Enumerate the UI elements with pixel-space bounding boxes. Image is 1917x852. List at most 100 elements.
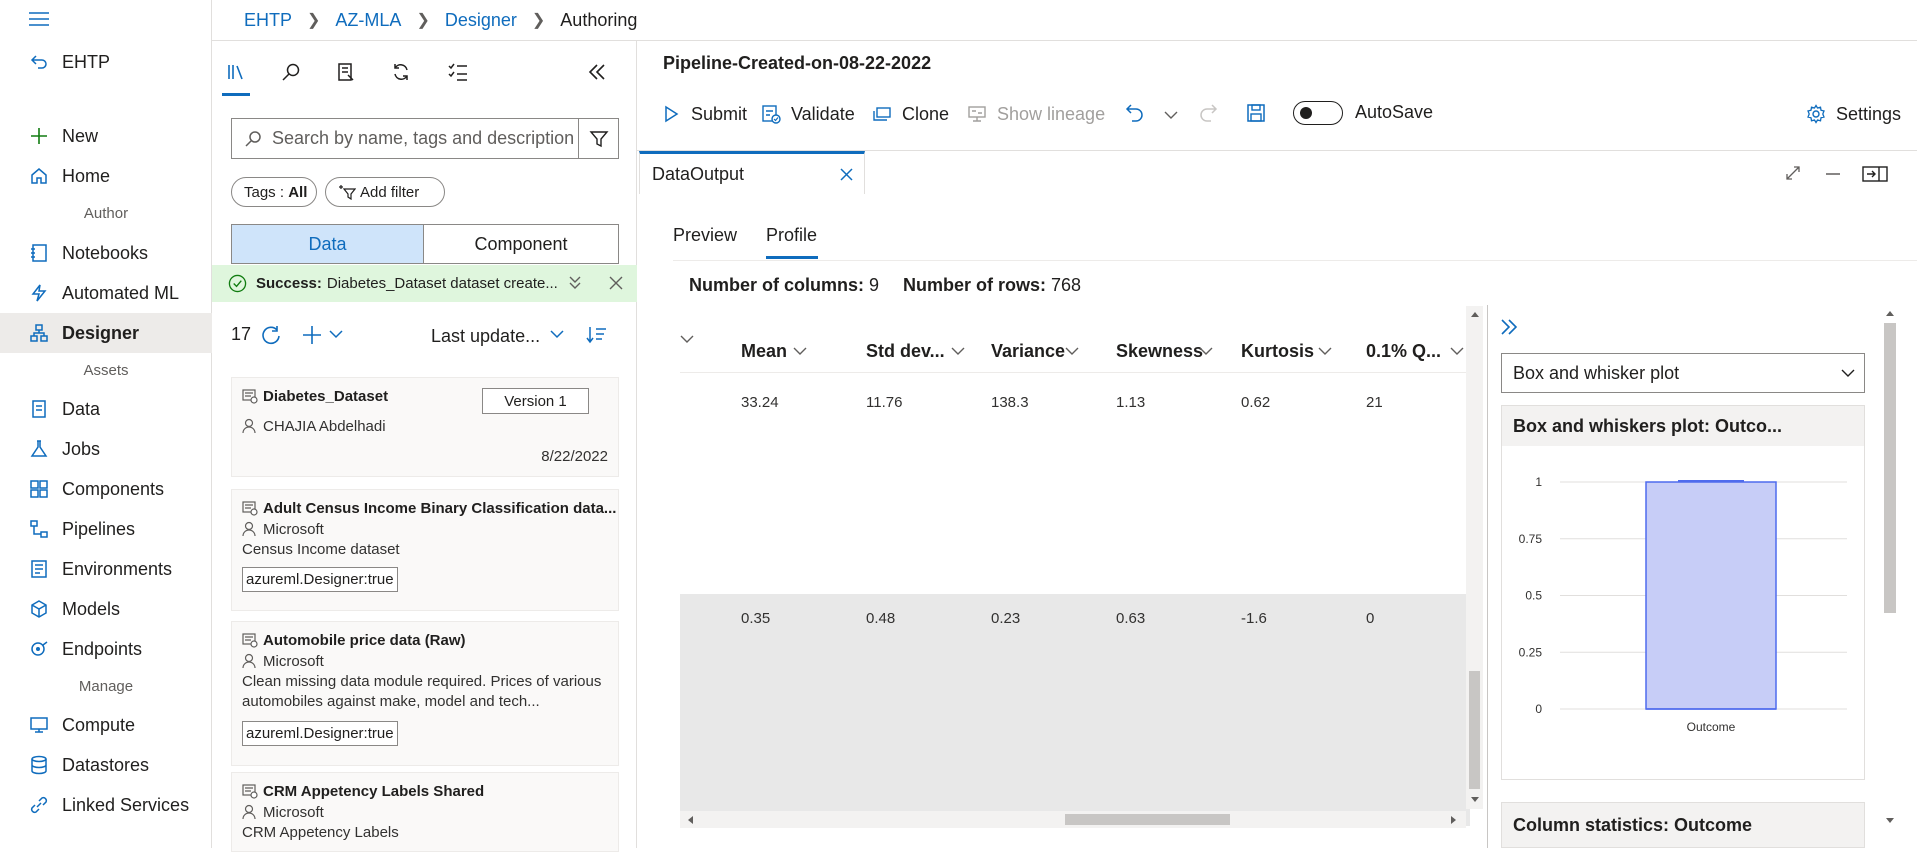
scroll-right-arrow-icon[interactable] [1450, 815, 1458, 825]
card-title: Adult Census Income Binary Classificatio… [263, 500, 617, 517]
filter-button[interactable] [579, 118, 619, 159]
validate-button[interactable]: Validate [761, 99, 855, 129]
chart-type-dropdown[interactable]: Box and whisker plot [1501, 353, 1865, 393]
clone-button[interactable]: Clone [872, 99, 949, 129]
component-tab-icon[interactable] [331, 57, 361, 87]
save-icon[interactable] [1246, 103, 1266, 123]
scroll-down-arrow-icon[interactable] [1885, 817, 1895, 825]
show-lineage-button[interactable]: Show lineage [967, 99, 1105, 129]
chevron-down-icon[interactable] [1450, 346, 1464, 356]
scroll-thumb[interactable] [1884, 323, 1896, 613]
column-header-quantile[interactable]: 0.1% Q... [1366, 341, 1441, 362]
hamburger-menu-icon[interactable] [28, 10, 52, 32]
nav-item-home[interactable]: Home [0, 156, 212, 196]
list-tab-icon[interactable] [443, 57, 473, 87]
subtab-divider [673, 260, 1917, 261]
breadcrumb-designer[interactable]: Designer [445, 10, 517, 31]
sort-dropdown[interactable]: Last update... [431, 326, 540, 347]
nav-item-pipelines[interactable]: Pipelines [0, 509, 212, 549]
chevron-down-icon[interactable] [1065, 346, 1079, 356]
refresh-list-icon[interactable] [260, 324, 282, 346]
nav-item-designer[interactable]: Designer [0, 313, 212, 353]
chevron-down-icon[interactable] [550, 329, 564, 339]
search-tab-icon[interactable] [276, 57, 306, 87]
nav-item-datastores[interactable]: Datastores [0, 745, 212, 785]
scroll-thumb[interactable] [1469, 671, 1480, 789]
side-panel-scrollbar[interactable] [1880, 305, 1900, 848]
undo-icon[interactable] [1125, 103, 1145, 125]
search-input[interactable]: Search by name, tags and description [231, 118, 579, 159]
nav-item-notebooks[interactable]: Notebooks [0, 233, 212, 273]
chevron-down-icon[interactable] [1199, 346, 1213, 356]
table-horizontal-scrollbar[interactable] [680, 811, 1466, 828]
nav-item-automated-ml[interactable]: Automated ML [0, 273, 212, 313]
nav-item-components[interactable]: Components [0, 469, 212, 509]
sort-order-icon[interactable] [586, 325, 608, 345]
redo-icon[interactable] [1198, 103, 1218, 125]
jobs-icon [28, 438, 50, 460]
scroll-thumb[interactable] [1065, 814, 1230, 825]
column-header-variance[interactable]: Variance [991, 341, 1065, 362]
tags-value: All [288, 183, 308, 201]
chevron-down-icon[interactable] [1318, 346, 1332, 356]
dataset-card[interactable]: Diabetes_Dataset Version 1 CHAJIA Abdelh… [231, 377, 619, 477]
expand-icon[interactable] [1785, 165, 1801, 181]
scroll-up-arrow-icon[interactable] [1885, 309, 1895, 317]
tab-preview[interactable]: Preview [673, 225, 737, 246]
segment-component[interactable]: Component [423, 224, 619, 264]
settings-button[interactable]: Settings [1806, 99, 1901, 129]
add-data-icon[interactable] [301, 324, 323, 346]
nav-workspace-ehtp[interactable]: EHTP [0, 42, 212, 82]
tags-filter-pill[interactable]: Tags : All [231, 177, 317, 207]
rows-count-label: Number of rows: [903, 275, 1047, 295]
close-notification-icon[interactable] [609, 276, 623, 290]
expand-notification-icon[interactable] [568, 275, 582, 291]
dataset-card[interactable]: Automobile price data (Raw) Microsoft Cl… [231, 621, 619, 766]
scroll-left-arrow-icon[interactable] [686, 815, 694, 825]
dataset-card[interactable]: CRM Appetency Labels Shared Microsoft CR… [231, 772, 619, 852]
breadcrumb-az-mla[interactable]: AZ-MLA [335, 10, 401, 31]
chevron-down-icon[interactable] [793, 346, 807, 356]
dataset-card[interactable]: Adult Census Income Binary Classificatio… [231, 489, 619, 611]
submit-button[interactable]: Submit [661, 99, 747, 129]
nav-item-compute[interactable]: Compute [0, 705, 212, 745]
segment-data[interactable]: Data [231, 224, 424, 264]
add-filter-button[interactable]: Add filter [325, 177, 445, 207]
tab-data-output[interactable]: DataOutput [639, 151, 865, 194]
column-header-skewness[interactable]: Skewness [1116, 341, 1203, 362]
scroll-up-arrow-icon[interactable] [1470, 310, 1480, 318]
nav-item-data[interactable]: Data [0, 389, 212, 429]
column-statistics-header[interactable]: Column statistics: Outcome [1501, 802, 1865, 848]
chevron-down-icon[interactable] [329, 329, 343, 339]
minimize-icon[interactable] [1825, 172, 1841, 176]
collapse-panel-icon[interactable] [582, 57, 612, 87]
nav-item-models[interactable]: Models [0, 589, 212, 629]
autosave-toggle[interactable] [1293, 101, 1343, 125]
dock-panel-icon[interactable] [1862, 166, 1888, 182]
card-tag[interactable]: azureml.Designer:true [242, 721, 398, 746]
column-header-kurtosis[interactable]: Kurtosis [1241, 341, 1314, 362]
chevron-down-icon[interactable] [951, 346, 965, 356]
table-vertical-scrollbar[interactable] [1466, 306, 1483, 809]
column-header-mean[interactable]: Mean [741, 341, 787, 362]
breadcrumb-ehtp[interactable]: EHTP [244, 10, 292, 31]
chevron-down-icon[interactable] [680, 334, 694, 344]
pipeline-title[interactable]: Pipeline-Created-on-08-22-2022 [663, 53, 931, 74]
column-header-std-dev[interactable]: Std dev... [866, 341, 945, 362]
y-tick-label: 1 [1535, 475, 1542, 489]
settings-label: Settings [1836, 103, 1902, 124]
nav-item-environments[interactable]: Environments [0, 549, 212, 589]
refresh-icon[interactable] [386, 57, 416, 87]
chevron-down-icon[interactable] [1164, 110, 1178, 120]
close-icon[interactable] [840, 168, 853, 181]
expand-side-panel-icon[interactable] [1498, 317, 1520, 337]
tab-profile[interactable]: Profile [766, 225, 817, 246]
nav-item-jobs[interactable]: Jobs [0, 429, 212, 469]
nav-item-endpoints[interactable]: Endpoints [0, 629, 212, 669]
scroll-down-arrow-icon[interactable] [1470, 796, 1480, 804]
nav-item-linked-services[interactable]: Linked Services [0, 785, 212, 825]
version-badge[interactable]: Version 1 [482, 388, 589, 414]
nav-item-new[interactable]: New [0, 116, 212, 156]
card-tag[interactable]: azureml.Designer:true [242, 567, 398, 592]
tab-asset-library[interactable] [221, 57, 251, 87]
